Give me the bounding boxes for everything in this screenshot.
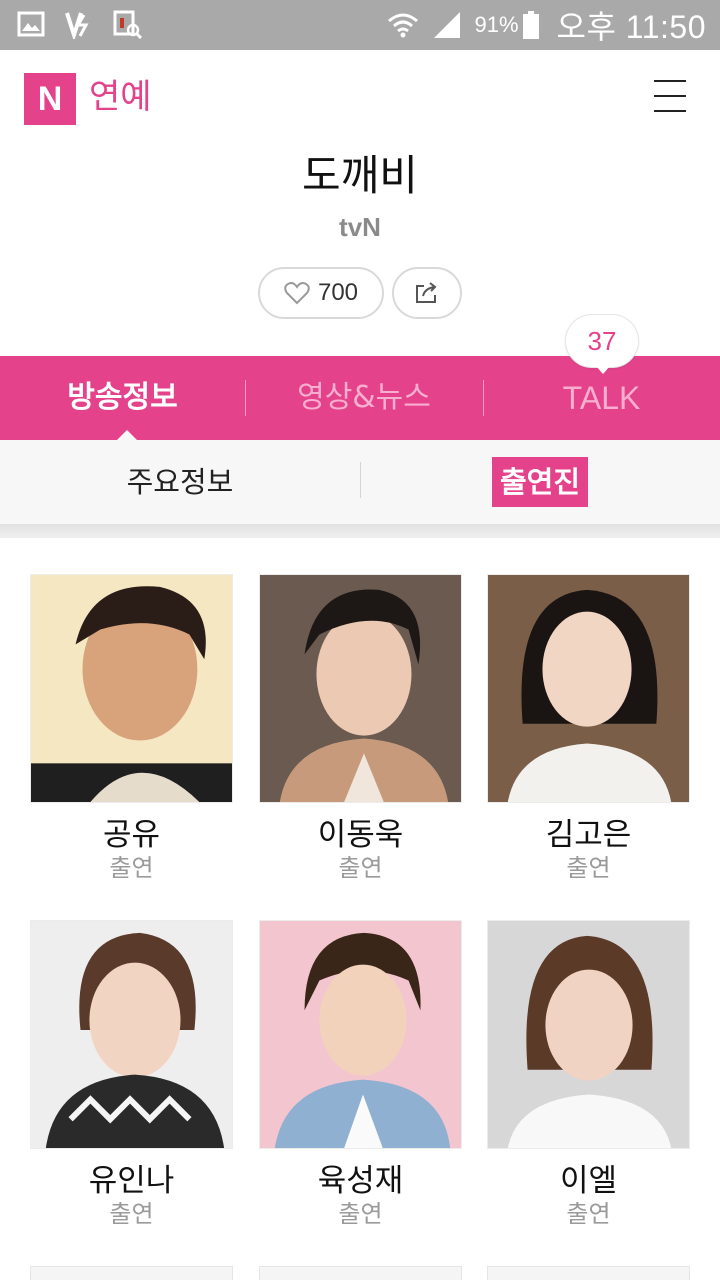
cast-role: 출연 [109, 1200, 154, 1228]
cast-name: 육성재 [317, 1163, 404, 1199]
cast-card[interactable]: 김고은 출연 [487, 574, 690, 883]
cast-card[interactable]: 이엘 출연 [487, 920, 690, 1229]
naver-logo[interactable]: N [24, 73, 76, 125]
battery-icon [522, 11, 539, 39]
cast-card-partial [30, 1266, 233, 1280]
section-divider [0, 524, 720, 538]
talk-count-badge: 37 [565, 314, 639, 368]
signal-icon [434, 12, 461, 38]
section-title[interactable]: 연예 [89, 74, 152, 120]
status-bar: 91% 오후 11:50 [0, 0, 720, 50]
screenshot-search-icon [113, 10, 142, 39]
cast-card[interactable]: 유인나 출연 [30, 920, 233, 1229]
cast-photo[interactable] [487, 574, 690, 803]
cast-role: 출연 [566, 854, 611, 882]
subtab-cast[interactable]: 출연진 [360, 440, 720, 524]
heart-icon [284, 282, 310, 305]
subtab-cast-label: 출연진 [491, 457, 589, 507]
subtab-divider [360, 462, 361, 498]
clock: 오후 11:50 [556, 9, 706, 45]
cast-photo[interactable] [259, 920, 462, 1149]
show-channel: tvN [339, 212, 381, 242]
tab-video-news[interactable]: 영상&뉴스 [245, 356, 483, 440]
tab-broadcast-info[interactable]: 방송정보 [0, 356, 245, 440]
like-button[interactable]: 700 [258, 267, 384, 319]
cast-role: 출연 [338, 854, 383, 882]
cast-card[interactable]: 육성재 출연 [259, 920, 462, 1229]
app-header: N 연예 [0, 50, 720, 146]
share-icon [416, 282, 437, 303]
cast-name: 이동욱 [317, 817, 404, 853]
cast-card[interactable]: 공유 출연 [30, 574, 233, 883]
cast-photo[interactable] [487, 920, 690, 1149]
cast-name: 공유 [102, 817, 161, 853]
main-tab-bar: 방송정보 영상&뉴스 TALK [0, 356, 720, 440]
cast-name: 이엘 [559, 1163, 618, 1199]
cast-photo[interactable] [259, 574, 462, 803]
cast-role: 출연 [338, 1200, 383, 1228]
gallery-icon [17, 11, 45, 37]
cast-card[interactable]: 이동욱 출연 [259, 574, 462, 883]
vpn-icon [65, 12, 89, 39]
cast-role: 출연 [109, 854, 154, 882]
cast-card-partial [487, 1266, 690, 1280]
cast-name: 김고은 [545, 817, 632, 853]
subtab-main-info-label: 주요정보 [126, 465, 234, 499]
cast-photo[interactable] [30, 920, 233, 1149]
hamburger-menu-icon[interactable] [654, 80, 686, 114]
cast-role: 출연 [566, 1200, 611, 1228]
show-title: 도깨비 [302, 151, 418, 200]
wifi-icon [388, 13, 419, 38]
cast-name: 유인나 [88, 1163, 175, 1199]
cast-photo[interactable] [30, 574, 233, 803]
cast-card-partial [259, 1266, 462, 1280]
like-count: 700 [317, 279, 359, 306]
talk-badge-tail [596, 366, 610, 374]
share-button[interactable] [392, 267, 462, 319]
subtab-main-info[interactable]: 주요정보 [0, 440, 360, 524]
battery-percentage: 91% [474, 12, 519, 37]
